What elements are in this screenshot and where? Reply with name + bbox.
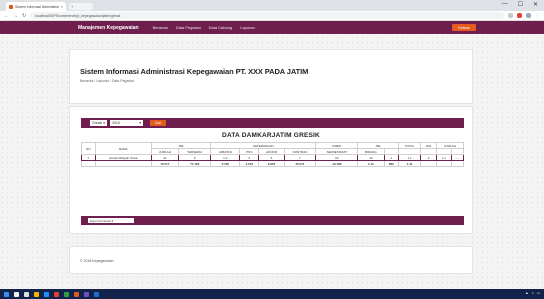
- table-cell: [81, 160, 96, 167]
- region-select-value: Gresik: [92, 121, 103, 125]
- footer-panel: © 2016 Kepegawaian: [69, 246, 473, 274]
- bookmark-icon[interactable]: [508, 13, 513, 18]
- copyright-text: © 2016 Kepegawaian: [80, 259, 114, 263]
- nav-item-laporan[interactable]: Laporan: [240, 25, 255, 30]
- address-bar: ← → ↻ localhost/SIPIEcommerce/pt_kepegaw…: [0, 11, 544, 21]
- close-window-button[interactable]: ✕: [533, 1, 538, 8]
- file-explorer-icon[interactable]: [34, 291, 39, 297]
- table-cell: 1.41: [357, 160, 385, 167]
- table-cell: 77.163: [177, 160, 212, 167]
- nav-item-cabang[interactable]: Data Cabang: [209, 25, 233, 30]
- browser-tab[interactable]: Sistem Informasi Administrasi ×: [6, 2, 66, 11]
- table-cell: 580: [383, 160, 399, 167]
- app-icon[interactable]: [84, 291, 89, 297]
- col-header-no: NO: [81, 142, 96, 155]
- extension-icon[interactable]: [526, 13, 531, 18]
- breadcrumb: Beranda / Laporan / Data Pegawai: [80, 79, 134, 83]
- table-cell: 4.153: [239, 160, 260, 167]
- table-cell: [435, 160, 452, 167]
- table-cell: 1.41: [397, 160, 422, 167]
- notification-icon[interactable]: ▭: [537, 291, 540, 295]
- chrome-icon[interactable]: [54, 291, 59, 297]
- excel-icon[interactable]: [64, 291, 69, 297]
- year-select-value: 2016: [112, 121, 120, 125]
- export-bar: Export ke Excel ▾: [81, 216, 464, 225]
- header-panel: Sistem Informasi Administrasi Kepegawaia…: [69, 49, 473, 104]
- table-title: DATA DAMKARJATIM GRESIK: [222, 132, 320, 139]
- app-icon[interactable]: [74, 291, 79, 297]
- minimize-button[interactable]: —: [502, 1, 508, 8]
- search-button[interactable]: Cari: [150, 120, 166, 126]
- year-select[interactable]: 2016 ▾: [110, 120, 143, 126]
- window-controls: — ☐ ✕: [502, 1, 538, 8]
- nav-menu: Beranda Data Pegawai Data Cabang Laporan: [153, 25, 255, 30]
- word-icon[interactable]: [94, 291, 99, 297]
- page-title: Sistem Informasi Administrasi Kepegawaia…: [80, 67, 309, 76]
- table-cell: 5.150: [210, 160, 241, 167]
- chevron-down-icon: ▾: [139, 121, 141, 125]
- menu-dots-icon[interactable]: ⋮: [535, 13, 540, 19]
- nav-item-beranda[interactable]: Beranda: [153, 25, 168, 30]
- extension-icon[interactable]: [517, 13, 522, 18]
- tab-close-icon[interactable]: ×: [61, 4, 63, 9]
- export-button[interactable]: Export ke Excel ▾: [88, 218, 134, 223]
- logout-button[interactable]: Keluar: [452, 24, 476, 31]
- filter-bar: Gresik ▾ 2016 ▾ Cari: [81, 118, 464, 128]
- network-icon[interactable]: ▲: [525, 291, 528, 295]
- search-icon[interactable]: [14, 291, 19, 297]
- nav-item-pegawai[interactable]: Data Pegawai: [176, 25, 201, 30]
- table-cell: [420, 160, 437, 167]
- table-cell: 15.517: [150, 160, 179, 167]
- site-navbar: Manajemen Kepegawaian Beranda Data Pegaw…: [0, 21, 544, 34]
- task-view-icon[interactable]: [24, 291, 29, 297]
- chevron-down-icon: ▾: [103, 121, 105, 125]
- table-cell: [94, 160, 152, 167]
- table-cell: 13.168: [315, 160, 359, 167]
- forward-icon[interactable]: →: [13, 13, 18, 19]
- table-total-row: 15.517 77.163 5.150 4.153 6.676 45.071 1…: [81, 160, 465, 167]
- os-taskbar: ▲ ◖ ▭: [0, 289, 544, 299]
- table-cell: 45.071: [283, 160, 317, 167]
- table-cell: 6.676: [258, 160, 285, 167]
- col-header-nama: NAMA: [94, 142, 152, 155]
- favicon-icon: [9, 4, 13, 9]
- url-input[interactable]: localhost/SIPIEcommerce/pt_kepegawaian/j…: [30, 12, 504, 19]
- browser-tabbar: Sistem Informasi Administrasi × +: [0, 0, 544, 11]
- data-table: NO NAMA JML KETERANGAN KABID JML TOTAL J…: [81, 142, 465, 167]
- volume-icon[interactable]: ◖: [532, 291, 534, 295]
- start-icon[interactable]: [4, 291, 9, 297]
- new-tab-button[interactable]: +: [69, 3, 93, 10]
- edge-icon[interactable]: [44, 291, 49, 297]
- report-panel: Gresik ▾ 2016 ▾ Cari DATA DAMKARJATIM GR…: [69, 106, 473, 234]
- region-select[interactable]: Gresik ▾: [90, 120, 107, 126]
- site-brand[interactable]: Manajemen Kepegawaian: [78, 25, 139, 31]
- system-tray: ▲ ◖ ▭: [525, 291, 540, 295]
- tab-title: Sistem Informasi Administrasi: [15, 4, 59, 9]
- back-icon[interactable]: ←: [4, 13, 9, 19]
- maximize-button[interactable]: ☐: [518, 1, 523, 8]
- reload-icon[interactable]: ↻: [22, 13, 26, 19]
- table-cell: [450, 160, 465, 167]
